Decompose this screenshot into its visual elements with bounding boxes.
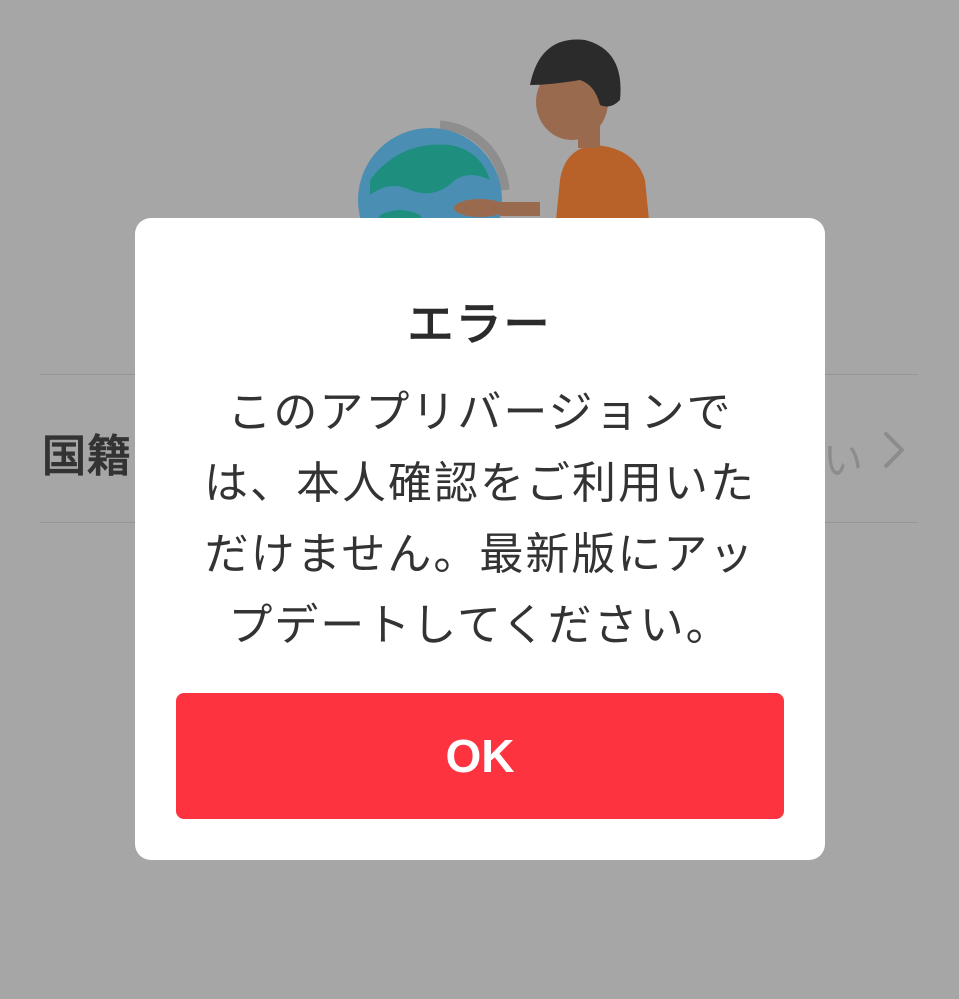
person-with-globe-illustration xyxy=(358,39,650,230)
nationality-value: い xyxy=(823,438,863,484)
ok-button[interactable]: OK xyxy=(176,693,784,819)
dialog-message: このアプリバージョンでは、本人確認をご利用いただけません。最新版にアップデートし… xyxy=(204,387,756,651)
hand-icon xyxy=(454,199,506,217)
nationality-label: 国籍 xyxy=(42,431,132,482)
chevron-right-icon xyxy=(884,432,904,468)
dialog-title: エラー xyxy=(407,297,552,351)
